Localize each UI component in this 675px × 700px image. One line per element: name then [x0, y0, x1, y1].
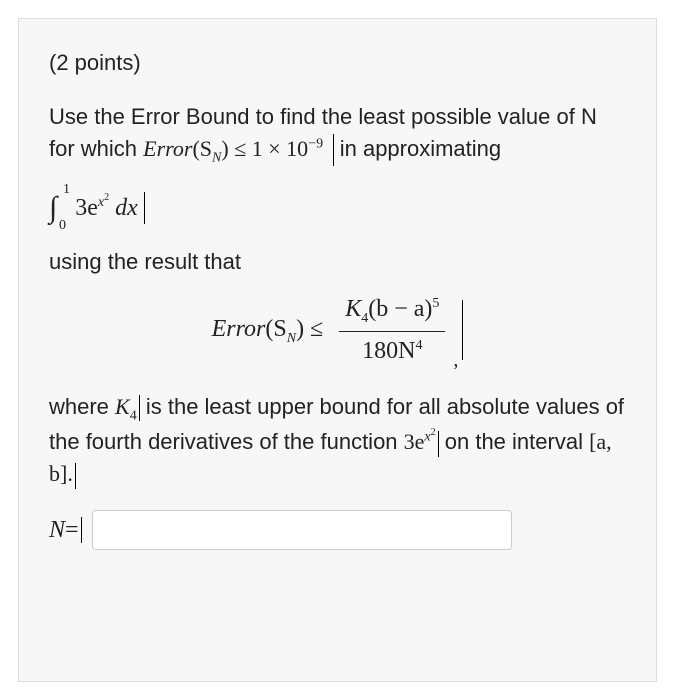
fraction-numerator: K4(b − a)5	[339, 292, 445, 332]
sn-sub: N	[212, 150, 221, 165]
fn-coef: 3e	[404, 429, 425, 454]
integral-symbol: ∫	[49, 191, 57, 224]
formula-error-word: Error	[212, 316, 266, 342]
k4-k: K	[115, 394, 130, 419]
den-sup4: 4	[416, 338, 423, 353]
integral-expression: ∫ 1 0 3ex2 dx	[49, 186, 626, 230]
where-clause: where K4 is the least upper bound for al…	[49, 391, 626, 490]
edit-cursor-3	[462, 300, 463, 360]
integral-sign: ∫ 1 0	[49, 186, 57, 230]
answer-n: N	[49, 513, 65, 548]
k4-symbol: K4	[115, 394, 137, 419]
fraction-denominator: 180N4	[356, 332, 428, 369]
answer-label: N =	[49, 513, 82, 548]
edit-cursor-7	[81, 517, 82, 543]
answer-row: N =	[49, 510, 626, 550]
using-text: using the result that	[49, 246, 626, 278]
num-k: K	[345, 296, 361, 322]
integral-body: 3ex2 dx	[75, 191, 138, 226]
intro-text-2: in approximating	[340, 136, 501, 161]
num-paren: (b − a)	[368, 296, 432, 322]
sn-open: (S	[192, 136, 212, 161]
integral-exp-2: 2	[104, 192, 109, 203]
num-sup5: 5	[432, 296, 439, 311]
formula-close-le: ) ≤	[296, 316, 323, 342]
where-text-1: where	[49, 394, 115, 419]
integral-upper: 1	[63, 180, 70, 200]
formula-lhs: Error(SN) ≤	[212, 312, 324, 349]
den-180n: 180N	[362, 338, 415, 364]
fn-exp2: 2	[431, 427, 436, 438]
error-word: Error	[143, 136, 192, 161]
edit-cursor-2	[144, 192, 145, 224]
formula-sub-n: N	[287, 331, 296, 346]
points-label: (2 points)	[49, 47, 626, 79]
edit-cursor	[333, 134, 334, 166]
question-card: (2 points) Use the Error Bound to find t…	[18, 18, 657, 682]
integral-coef: 3e	[75, 195, 98, 221]
question-intro: Use the Error Bound to find the least po…	[49, 101, 626, 169]
fn-expx: x	[424, 430, 430, 445]
formula-open: (S	[265, 316, 286, 342]
exp-neg9: −9	[308, 136, 323, 151]
integral-dx: dx	[109, 195, 138, 221]
formula-comma: ,	[453, 346, 458, 375]
integral-lower: 0	[59, 216, 66, 236]
k4-sub: 4	[130, 408, 137, 423]
where-text-3: on the interval	[439, 429, 589, 454]
answer-input[interactable]	[92, 510, 512, 550]
error-bound-formula: Error(SN) ≤ K4(b − a)5 180N4 ,	[49, 292, 626, 369]
fn-symbol: 3ex2	[404, 429, 436, 454]
edit-cursor-6	[75, 463, 76, 489]
answer-equals: =	[65, 513, 79, 548]
formula-fraction: K4(b − a)5 180N4	[339, 292, 445, 369]
error-expr: Error(SN) ≤ 1 × 10−9	[143, 136, 328, 161]
sn-close: ) ≤ 1 × 10	[221, 136, 308, 161]
